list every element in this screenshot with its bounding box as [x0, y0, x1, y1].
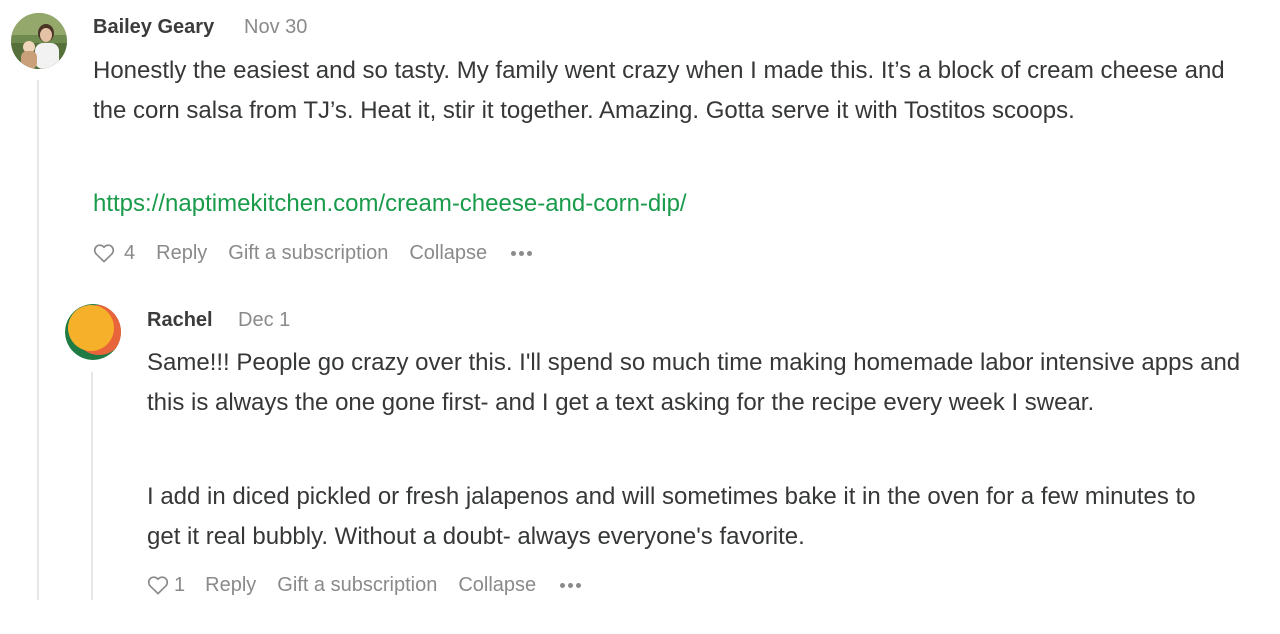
comment-body: Honestly the easiest and so tasty. My fa…	[93, 57, 1225, 124]
recipe-link[interactable]: https://naptimekitchen.com/cream-cheese-…	[93, 184, 687, 224]
more-options-icon[interactable]	[511, 250, 533, 256]
generated-avatar-icon	[65, 304, 121, 360]
comment-date[interactable]: Dec 1	[238, 309, 290, 332]
like-count: 1	[174, 573, 186, 596]
collapse-button[interactable]: Collapse	[409, 242, 487, 265]
comment-body-paragraph-1: Same!!! People go crazy over this. I'll …	[147, 349, 1241, 416]
like-count: 4	[124, 241, 136, 264]
gift-subscription-button[interactable]: Gift a subscription	[228, 242, 388, 265]
like-button[interactable]: 1	[147, 574, 185, 597]
avatar-bailey-geary[interactable]	[11, 13, 67, 69]
heart-icon	[147, 576, 169, 595]
comment-body-paragraph-2: I add in diced pickled or fresh jalapeno…	[147, 483, 1196, 550]
heart-icon	[93, 244, 115, 263]
reply-button[interactable]: Reply	[205, 574, 256, 597]
comment-author[interactable]: Rachel	[147, 309, 213, 332]
comment-author[interactable]: Bailey Geary	[93, 16, 214, 39]
comment-date[interactable]: Nov 30	[244, 16, 307, 39]
collapse-button[interactable]: Collapse	[458, 574, 536, 597]
thread-line-main[interactable]	[37, 80, 39, 600]
comment-actions: 1 Reply Gift a subscription Collapse	[147, 573, 582, 597]
thread-line-reply[interactable]	[91, 372, 93, 600]
comment-actions: 4 Reply Gift a subscription Collapse	[93, 241, 533, 265]
like-button[interactable]: 4	[93, 242, 135, 265]
avatar-rachel[interactable]	[65, 304, 121, 360]
more-options-icon[interactable]	[560, 582, 582, 588]
reply-button[interactable]: Reply	[156, 242, 207, 265]
user-photo-icon	[11, 13, 67, 69]
gift-subscription-button[interactable]: Gift a subscription	[277, 574, 437, 597]
